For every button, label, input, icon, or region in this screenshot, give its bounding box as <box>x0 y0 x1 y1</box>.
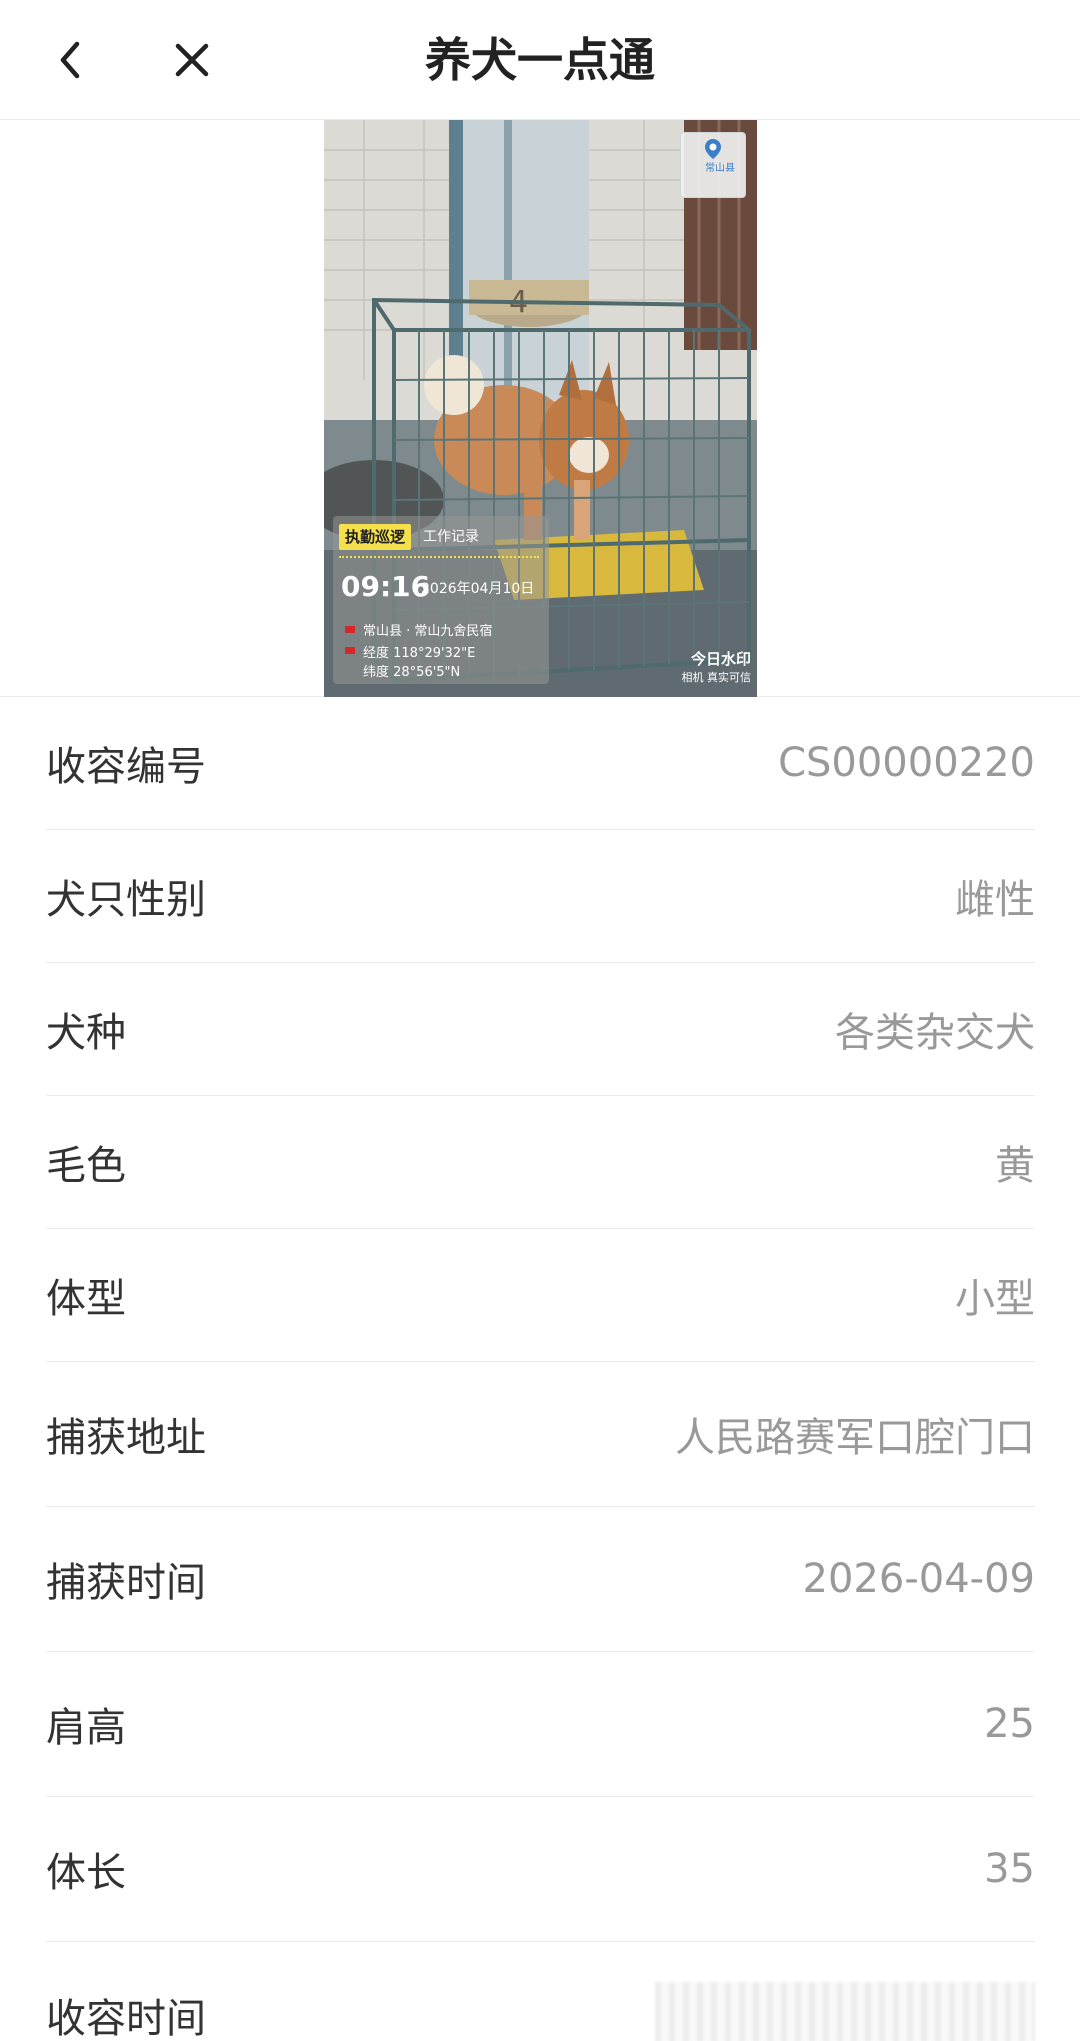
info-label: 体长 <box>46 1850 126 1896</box>
location-marker-icon <box>345 626 355 633</box>
watermark-location: 常山县 · 常山九舍民宿 <box>363 624 493 639</box>
info-label: 体型 <box>46 1276 126 1322</box>
info-value: 2026-04-09 <box>802 1556 1035 1602</box>
watermark-longitude: 经度 118°29'32"E <box>363 646 476 661</box>
watermark-latitude: 纬度 28°56'5"N <box>363 665 461 680</box>
close-icon <box>175 43 209 77</box>
info-label: 肩高 <box>46 1705 126 1751</box>
watermark-panel: 执勤巡逻 工作记录 09:16 2026年04月10日 常山县 · 常山九舍民宿… <box>333 516 549 684</box>
chevron-left-icon <box>60 41 80 79</box>
photo-section: 4 常山县 执勤巡逻 工作记录 09:16 2026年04月10日 常山县 · … <box>0 120 1080 697</box>
watermark-tag: 执勤巡逻 <box>339 524 411 550</box>
dog-photo[interactable]: 4 常山县 执勤巡逻 工作记录 09:16 2026年04月10日 常山县 · … <box>324 120 757 697</box>
info-label: 犬种 <box>46 1010 126 1056</box>
watermark-date: 2026年04月10日 <box>421 581 535 597</box>
info-row-body-length: 体长 35 <box>46 1797 1035 1942</box>
location-map-badge: 常山县 <box>680 132 746 198</box>
info-row-capture-time: 捕获时间 2026-04-09 <box>46 1507 1035 1652</box>
close-button[interactable] <box>162 30 222 90</box>
info-value: 25 <box>984 1701 1035 1747</box>
info-row-shelter-id: 收容编号 CS00000220 <box>46 697 1035 830</box>
info-row-shoulder-height: 肩高 25 <box>46 1652 1035 1797</box>
watermark-label: 工作记录 <box>423 529 479 545</box>
info-value: 35 <box>984 1846 1035 1892</box>
info-label: 收容时间 <box>46 1995 206 2041</box>
info-row-breed: 犬种 各类杂交犬 <box>46 963 1035 1096</box>
info-row-size: 体型 小型 <box>46 1229 1035 1362</box>
info-label: 捕获地址 <box>46 1415 206 1461</box>
redacted-value <box>655 1982 1035 2041</box>
info-value: 各类杂交犬 <box>835 1010 1035 1056</box>
coordinate-marker-icon <box>345 647 355 654</box>
info-label: 收容编号 <box>46 744 206 790</box>
watermark-divider <box>339 556 539 558</box>
watermark-time: 09:16 <box>341 570 431 603</box>
watermark-brand: 今日水印 <box>690 650 751 668</box>
map-pin-icon <box>705 139 721 159</box>
map-badge-name: 常山县 <box>705 163 735 174</box>
info-value: 雌性 <box>955 877 1035 923</box>
info-row-shelter-time: 收容时间 <box>46 1942 1035 2041</box>
back-button[interactable] <box>40 30 100 90</box>
info-row-gender: 犬只性别 雌性 <box>46 830 1035 963</box>
watermark-brand-sub: 相机 真实可信 <box>681 671 752 684</box>
info-label: 犬只性别 <box>46 877 206 923</box>
info-label: 毛色 <box>46 1143 126 1189</box>
info-label: 捕获时间 <box>46 1560 206 1606</box>
info-value: 黄 <box>995 1143 1035 1189</box>
info-value: 小型 <box>955 1276 1035 1322</box>
info-row-capture-address: 捕获地址 人民路赛军口腔门口 <box>46 1362 1035 1507</box>
info-value: CS00000220 <box>778 740 1035 786</box>
info-value: 人民路赛军口腔门口 <box>675 1415 1035 1461</box>
info-row-coat-color: 毛色 黄 <box>46 1096 1035 1229</box>
top-nav-bar: 养犬一点通 <box>0 0 1080 120</box>
dog-info-list: 收容编号 CS00000220 犬只性别 雌性 犬种 各类杂交犬 毛色 黄 体型… <box>0 697 1080 2041</box>
